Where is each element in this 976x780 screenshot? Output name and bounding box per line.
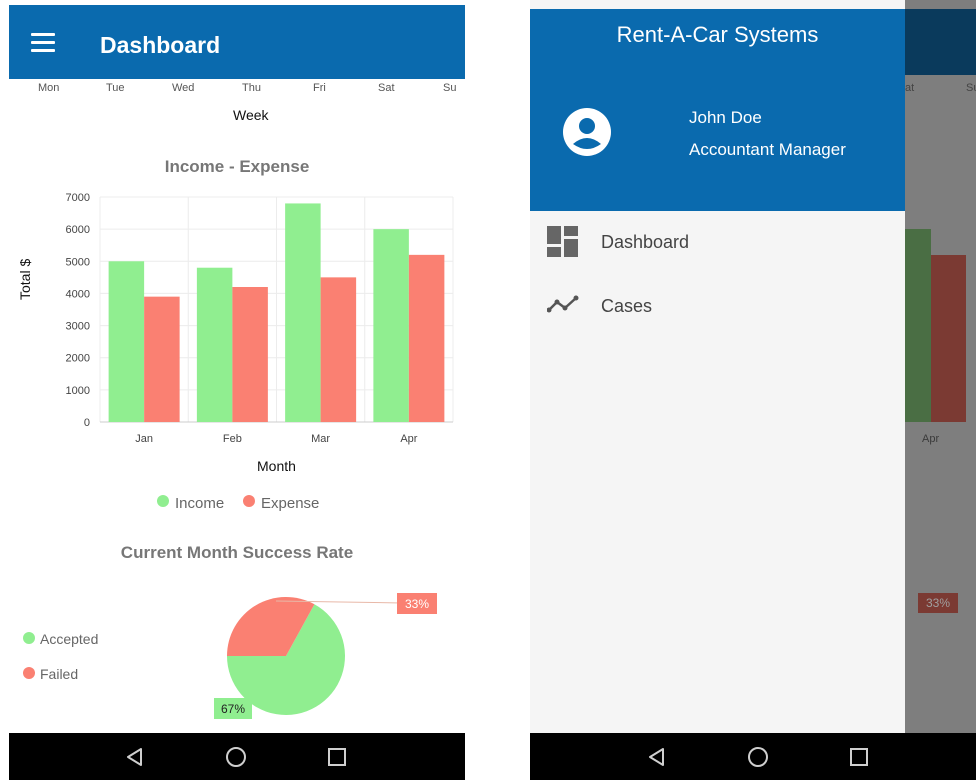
drawer-item-dashboard[interactable]: Dashboard — [530, 222, 905, 266]
dimmed-week-tick: Su — [966, 82, 976, 94]
home-icon[interactable] — [747, 746, 769, 768]
dashboard-screen: Dashboard Mon Tue Wed Thu Fri Sat Su Wee… — [9, 0, 465, 780]
home-icon[interactable] — [225, 746, 247, 768]
system-navbar — [530, 733, 976, 780]
pie-label-accepted: 67% — [221, 702, 245, 716]
dashboard-icon — [547, 226, 578, 257]
pie-label-failed: 33% — [405, 597, 429, 611]
drawer-item-cases[interactable]: Cases — [530, 286, 905, 330]
drawer-item-label: Dashboard — [601, 232, 690, 252]
drawer-app-title: Rent-A-Car Systems — [616, 22, 819, 47]
drawer-item-label: Cases — [601, 296, 653, 316]
user-role: Accountant Manager — [689, 140, 846, 159]
success-pie-chart: 33% 67% — [214, 593, 437, 719]
system-navbar — [9, 733, 465, 780]
back-icon[interactable] — [125, 747, 145, 767]
trending-icon — [547, 295, 579, 313]
recents-icon[interactable] — [849, 747, 869, 767]
navigation-drawer: Rent-A-Car Systems John Doe Accountant M… — [530, 0, 905, 733]
dimmed-app-bar — [905, 9, 976, 75]
drawer-screen: at Su Apr 33% Rent-A-Car Systems John Do… — [530, 0, 976, 780]
dimmed-week-tick: at — [905, 82, 915, 94]
dimmed-month-tick: Apr — [922, 433, 940, 445]
drawer-header: Rent-A-Car Systems John Doe Accountant M… — [530, 9, 905, 211]
account-icon — [563, 108, 611, 156]
recents-icon[interactable] — [327, 747, 347, 767]
dimmed-expense-bar — [931, 255, 966, 422]
user-name: John Doe — [689, 108, 762, 127]
dimmed-income-bar — [905, 229, 931, 422]
dimmed-pie-label: 33% — [918, 593, 958, 613]
back-icon[interactable] — [647, 747, 667, 767]
